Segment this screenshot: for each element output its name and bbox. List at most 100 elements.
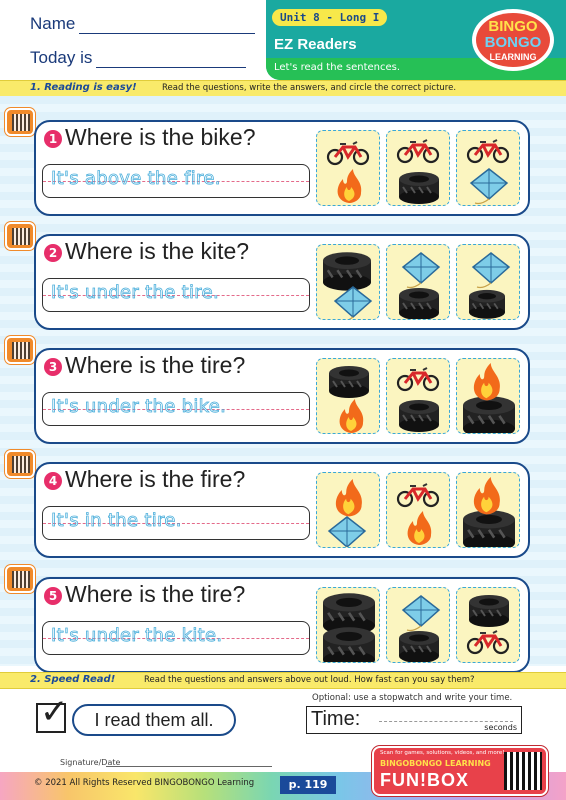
- page-number: p. 119: [280, 776, 336, 794]
- page-subtitle: Let's read the sentences.: [274, 62, 401, 73]
- audio-qr-code[interactable]: [5, 336, 35, 364]
- funbox-brand: BINGOBONGO LEARNING: [380, 759, 491, 768]
- audio-qr-code[interactable]: [5, 450, 35, 478]
- picture-bike-above-tire: [396, 139, 440, 204]
- qr-pattern: [12, 456, 30, 473]
- question-text: Where is the tire?: [65, 581, 246, 607]
- picture-choice[interactable]: [316, 472, 380, 548]
- question-text: Where is the tire?: [65, 352, 246, 378]
- picture-fire-in-tire: [463, 363, 515, 433]
- logo-line-2: BONGO: [485, 34, 542, 51]
- question-card: 2 Where is the kite? It's under the tire…: [34, 234, 530, 330]
- section1-bar: 1. Reading is easy! Read the questions, …: [0, 80, 566, 97]
- question-text: Where is the bike?: [65, 124, 256, 150]
- name-row: Name: [30, 14, 256, 34]
- audio-qr-code[interactable]: [5, 565, 35, 593]
- done-label: I read them all.: [94, 710, 214, 730]
- question-number: 3: [44, 358, 62, 376]
- qr-pattern: [12, 571, 30, 588]
- done-label-pill: I read them all.: [72, 704, 236, 736]
- picture-choice[interactable]: [456, 244, 520, 320]
- page-title: EZ Readers: [274, 36, 357, 53]
- logo-line-3: LEARNING: [490, 52, 537, 62]
- audio-qr-code[interactable]: [5, 108, 35, 136]
- picture-choice[interactable]: [316, 244, 380, 320]
- question-text: Where is the fire?: [65, 466, 246, 492]
- student-info: Name Today is: [0, 0, 266, 80]
- title-banner: Unit 8 - Long I EZ Readers Let's read th…: [266, 0, 566, 80]
- picture-choice[interactable]: [456, 472, 520, 548]
- qr-pattern: [12, 228, 30, 245]
- signature-field[interactable]: [106, 766, 272, 767]
- question-card: 3 Where is the tire? It's under the bike…: [34, 348, 530, 444]
- picture-bike-above-kite: [466, 139, 510, 205]
- date-field[interactable]: [96, 50, 247, 68]
- funbox-qr-code[interactable]: [504, 752, 542, 790]
- section1-heading: 1. Reading is easy!: [30, 82, 137, 93]
- picture-choice[interactable]: [316, 587, 380, 663]
- picture-bike-above-fire: [396, 483, 440, 545]
- name-field[interactable]: [79, 16, 256, 34]
- time-label: Time:: [311, 708, 361, 730]
- check-icon: ✓: [40, 692, 69, 732]
- question-number: 1: [44, 130, 62, 148]
- answer-trace-text: It's under the bike.: [51, 396, 227, 418]
- answer-trace-text: It's above the fire.: [51, 168, 221, 190]
- audio-qr-code[interactable]: [5, 222, 35, 250]
- picture-fire-above-kite: [327, 479, 367, 547]
- answer-writing-field[interactable]: It's in the tire.: [42, 506, 310, 540]
- picture-bike-above-fire: [326, 141, 370, 203]
- date-row: Today is: [30, 48, 247, 68]
- picture-choice[interactable]: [316, 358, 380, 434]
- section1-instruction: Read the questions, write the answers, a…: [162, 83, 457, 93]
- answer-trace-text: It's in the tire.: [51, 510, 182, 532]
- picture-kite-above-tire: [399, 595, 441, 662]
- picture-choices: [316, 472, 520, 548]
- answer-writing-field[interactable]: It's under the bike.: [42, 392, 310, 426]
- picture-kite-above-tire: [399, 252, 441, 319]
- question-text: Where is the kite?: [65, 238, 250, 264]
- time-field[interactable]: Time: seconds: [306, 706, 522, 734]
- bingobongo-logo: BINGO BONGO LEARNING: [470, 6, 556, 74]
- date-label: Today is: [30, 48, 93, 67]
- picture-choice[interactable]: [386, 472, 450, 548]
- picture-choice[interactable]: [386, 130, 450, 206]
- picture-bike-above-tire: [396, 367, 440, 432]
- copyright: © 2021 All Rights Reserved BINGOBONGO Le…: [34, 778, 255, 788]
- picture-choice[interactable]: [316, 130, 380, 206]
- picture-choices: [316, 587, 520, 663]
- picture-choices: [316, 358, 520, 434]
- picture-tire-above-kite: [323, 252, 373, 319]
- section2-bar: 2. Speed Read! Read the questions and an…: [0, 672, 566, 689]
- section2-heading: 2. Speed Read!: [30, 674, 116, 685]
- picture-tire-above-bike: [466, 595, 510, 655]
- picture-tire-stack: [323, 593, 375, 662]
- picture-choices: [316, 244, 520, 320]
- unit-badge: Unit 8 - Long I: [272, 9, 388, 26]
- answer-trace-text: It's under the kite.: [51, 625, 223, 647]
- time-guide-line: [379, 721, 513, 722]
- funbox-title: FUN!BOX: [380, 770, 469, 790]
- optional-note: Optional: use a stopwatch and write your…: [312, 693, 513, 703]
- picture-choice[interactable]: [386, 244, 450, 320]
- picture-kite-above-tire-2: [469, 252, 511, 319]
- answer-writing-field[interactable]: It's above the fire.: [42, 164, 310, 198]
- qr-pattern: [12, 114, 30, 131]
- answer-trace-text: It's under the tire.: [51, 282, 219, 304]
- question-card: 4 Where is the fire? It's in the tire.: [34, 462, 530, 558]
- funbox-note: Scan for games, solutions, videos, and m…: [380, 750, 505, 756]
- picture-choice[interactable]: [456, 130, 520, 206]
- answer-writing-field[interactable]: It's under the tire.: [42, 278, 310, 312]
- picture-fire-in-tire: [463, 477, 515, 547]
- picture-choice[interactable]: [456, 358, 520, 434]
- logo-line-1: BINGO: [488, 18, 538, 35]
- picture-choice[interactable]: [386, 358, 450, 434]
- picture-choice[interactable]: [386, 587, 450, 663]
- picture-tire-above-fire: [329, 366, 369, 433]
- funbox-banner[interactable]: Scan for games, solutions, videos, and m…: [372, 746, 548, 796]
- answer-writing-field[interactable]: It's under the kite.: [42, 621, 310, 655]
- question-number: 5: [44, 587, 62, 605]
- qr-pattern: [12, 342, 30, 359]
- picture-choice[interactable]: [456, 587, 520, 663]
- question-card: 1 Where is the bike? It's above the fire…: [34, 120, 530, 216]
